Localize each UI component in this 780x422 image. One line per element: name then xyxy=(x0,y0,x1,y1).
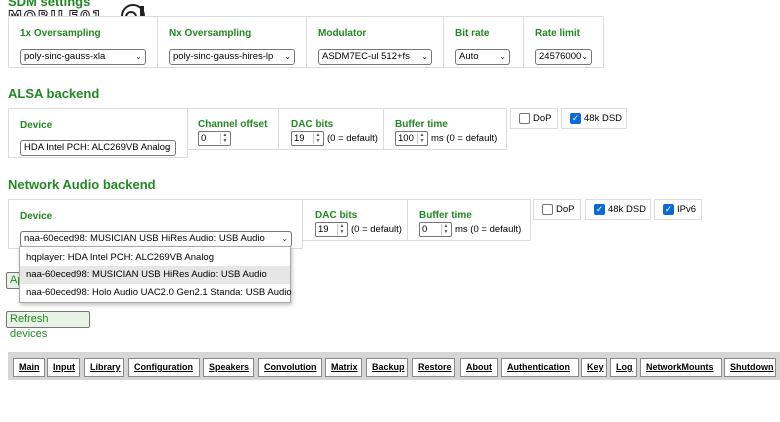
alsa-dac-bits-stepper[interactable]: 19 ▲ ▼ xyxy=(291,131,324,146)
network-48k-dsd-cell: ✓ 48k DSD xyxy=(585,199,651,220)
alsa-device-select[interactable]: HDA Intel PCH: ALC269VB Analog ⌄ xyxy=(20,140,176,156)
nav-log[interactable]: Log xyxy=(610,358,637,377)
oversampling-nx-label: Nx Oversampling xyxy=(169,28,252,39)
network-buffer-time-label: Buffer time xyxy=(419,210,472,221)
oversampling-1x-label: 1x Oversampling xyxy=(20,28,101,39)
network-dop-label: DoP xyxy=(556,204,575,215)
network-buffer-time-cell: Buffer time 0 ▲ ▼ ms (0 = default) xyxy=(407,199,531,241)
network-device-select[interactable]: naa-60eced98: MUSICIAN USB HiRes Audio: … xyxy=(20,231,292,247)
nav-main[interactable]: Main xyxy=(13,358,45,377)
network-dac-bits-stepper[interactable]: 19 ▲ ▼ xyxy=(315,222,348,237)
chevron-down-icon: ⌄ xyxy=(284,52,291,61)
alsa-channel-offset-cell: Channel offset 0 ▲ ▼ xyxy=(187,108,279,150)
nav-restore[interactable]: Restore xyxy=(412,358,455,377)
stepper-arrows-icon[interactable]: ▲ ▼ xyxy=(337,223,346,235)
bit-rate-select[interactable]: Auto ⌄ xyxy=(455,49,510,65)
alsa-48k-dsd-checkbox[interactable]: ✓ xyxy=(570,113,581,124)
network-48k-dsd-checkbox[interactable]: ✓ xyxy=(594,204,605,215)
stepper-arrows-icon[interactable]: ▲ ▼ xyxy=(220,132,229,144)
sdm-ratelimit-cell: Rate limit 24576000 ⌄ xyxy=(523,16,604,68)
sdm-1x-cell: 1x Oversampling poly-sinc-gauss-xla ⌄ xyxy=(8,16,158,68)
network-ipv6-cell: ✓ IPv6 xyxy=(654,199,702,220)
nav-convolution[interactable]: Convolution xyxy=(258,358,322,377)
rate-limit-label: Rate limit xyxy=(535,28,581,39)
nav-authentication[interactable]: Authentication xyxy=(501,358,579,377)
network-buffer-time-stepper[interactable]: 0 ▲ ▼ xyxy=(419,222,452,237)
chevron-down-icon: ⌄ xyxy=(281,234,288,243)
network-dac-bits-cell: DAC bits 19 ▲ ▼ (0 = default) xyxy=(302,199,408,241)
alsa-dop-cell: DoP xyxy=(510,108,558,129)
network-48k-dsd-label: 48k DSD xyxy=(608,204,647,215)
alsa-dac-bits-label: DAC bits xyxy=(291,119,334,130)
network-dac-bits-note: (0 = default) xyxy=(351,224,402,235)
nav-about[interactable]: About xyxy=(460,358,498,377)
network-buffer-time-note: ms (0 = default) xyxy=(455,224,522,235)
channel-offset-stepper[interactable]: 0 ▲ ▼ xyxy=(198,131,231,146)
oversampling-1x-select[interactable]: poly-sinc-gauss-xla ⌄ xyxy=(20,49,146,65)
alsa-dop-label: DoP xyxy=(533,113,552,124)
nav-backup[interactable]: Backup xyxy=(366,358,408,377)
alsa-buffer-time-cell: Buffer time 100 ▲ ▼ ms (0 = default) xyxy=(383,108,507,150)
rate-limit-select[interactable]: 24576000 ⌄ xyxy=(535,49,592,65)
nav-shutdown[interactable]: Shutdown xyxy=(724,358,776,377)
alsa-dop-checkbox[interactable] xyxy=(519,113,530,124)
network-ipv6-checkbox[interactable]: ✓ xyxy=(663,204,674,215)
alsa-heading: ALSA backend xyxy=(8,86,100,101)
network-ipv6-label: IPv6 xyxy=(677,204,697,215)
oversampling-nx-select[interactable]: poly-sinc-gauss-hires-lp ⌄ xyxy=(169,49,295,65)
modulator-select[interactable]: ASDM7EC-ul 512+fs ⌄ xyxy=(318,49,432,65)
modulator-label: Modulator xyxy=(318,28,367,39)
nav-library[interactable]: Library xyxy=(84,358,124,377)
dropdown-option[interactable]: naa-60eced98: Holo Audio UAC2.0 Gen2.1 S… xyxy=(20,284,292,302)
network-dop-cell: DoP xyxy=(533,199,581,220)
bit-rate-label: Bit rate xyxy=(455,28,490,39)
chevron-down-icon: ⌄ xyxy=(581,52,588,61)
stepper-arrows-icon[interactable]: ▲ ▼ xyxy=(313,132,322,144)
dropdown-option[interactable]: hqplayer: HDA Intel PCH: ALC269VB Analog xyxy=(20,249,290,267)
nav-matrix[interactable]: Matrix xyxy=(325,358,362,377)
alsa-buffer-time-label: Buffer time xyxy=(395,119,448,130)
alsa-dac-bits-note: (0 = default) xyxy=(327,133,378,144)
network-device-dropdown: hqplayer: HDA Intel PCH: ALC269VB Analog… xyxy=(19,246,292,303)
alsa-dac-bits-cell: DAC bits 19 ▲ ▼ (0 = default) xyxy=(278,108,384,150)
sdm-heading: SDM settings xyxy=(8,0,91,9)
alsa-device-label: Device xyxy=(20,120,53,131)
stepper-arrows-icon[interactable]: ▲ ▼ xyxy=(417,132,426,144)
network-heading: Network Audio backend xyxy=(8,177,156,192)
alsa-buffer-time-stepper[interactable]: 100 ▲ ▼ xyxy=(395,131,428,146)
nav-networkmounts[interactable]: NetworkMounts xyxy=(640,358,722,377)
nav-input[interactable]: Input xyxy=(47,358,80,377)
alsa-buffer-time-note: ms (0 = default) xyxy=(431,133,498,144)
alsa-device-cell: Device HDA Intel PCH: ALC269VB Analog ⌄ xyxy=(8,108,188,158)
chevron-down-icon: ⌄ xyxy=(135,52,142,61)
nav-configuration[interactable]: Configuration xyxy=(128,358,200,377)
alsa-48k-dsd-cell: ✓ 48k DSD xyxy=(561,108,627,129)
nav-speakers[interactable]: Speakers xyxy=(203,358,254,377)
sdm-nx-cell: Nx Oversampling poly-sinc-gauss-hires-lp… xyxy=(157,16,307,68)
sdm-modulator-cell: Modulator ASDM7EC-ul 512+fs ⌄ xyxy=(306,16,444,68)
sdm-bitrate-cell: Bit rate Auto ⌄ xyxy=(443,16,524,68)
network-device-label: Device xyxy=(20,211,53,222)
refresh-devices-button[interactable]: Refresh devices xyxy=(6,311,90,340)
nav-key[interactable]: Key xyxy=(581,358,607,377)
network-device-cell: Device naa-60eced98: MUSICIAN USB HiRes … xyxy=(8,199,303,249)
dropdown-option[interactable]: naa-60eced98: MUSICIAN USB HiRes Audio: … xyxy=(20,266,290,284)
network-dop-checkbox[interactable] xyxy=(542,204,553,215)
channel-offset-label: Channel offset xyxy=(198,119,268,130)
chevron-down-icon: ⌄ xyxy=(499,52,506,61)
chevron-down-icon: ⌄ xyxy=(165,143,172,152)
chevron-down-icon: ⌄ xyxy=(421,52,428,61)
alsa-48k-dsd-label: 48k DSD xyxy=(584,113,623,124)
stepper-arrows-icon[interactable]: ▲ ▼ xyxy=(441,223,450,235)
network-dac-bits-label: DAC bits xyxy=(315,210,358,221)
